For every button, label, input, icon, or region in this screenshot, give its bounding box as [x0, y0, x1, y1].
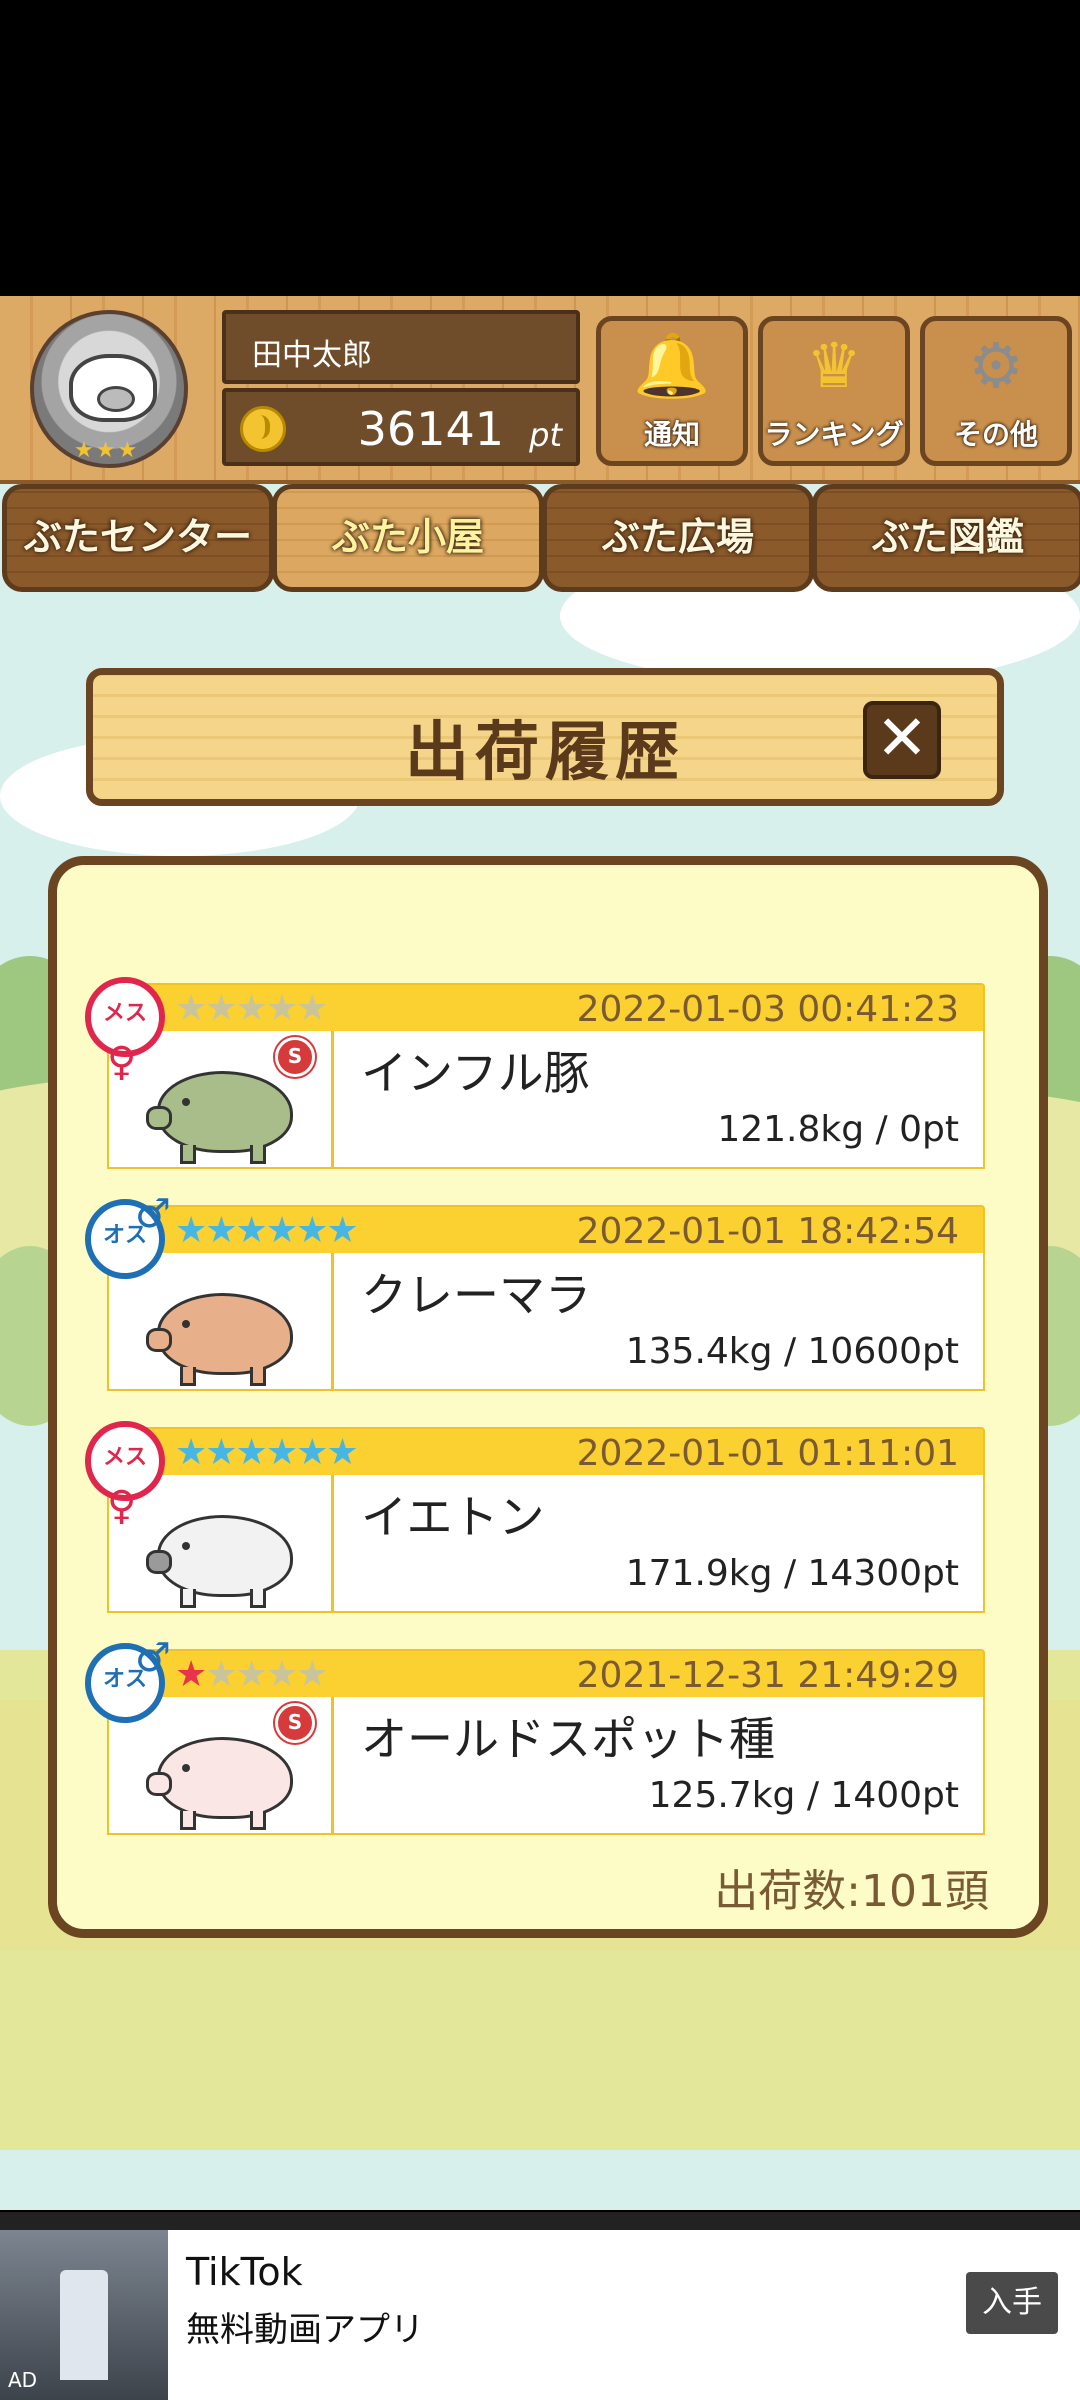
pig-name: イエトン	[361, 1490, 545, 1544]
ad-tag: AD	[8, 2368, 38, 2392]
entry-header-bar: ★★★★★ 2022-01-03 00:41:23	[107, 983, 985, 1035]
dialog-title: 出荷履歴	[405, 716, 685, 790]
pig-image	[146, 1737, 293, 1830]
pig-face-icon	[69, 354, 157, 422]
header-bar: ★★★ 田中太郎 36141 pt 🔔 通知 ♛ ランキング ⚙ その他	[0, 296, 1080, 484]
entry-body: S オールドスポット種 125.7kg / 1400pt	[107, 1697, 985, 1835]
close-button[interactable]: ✕	[863, 701, 941, 779]
pig-image	[146, 1071, 293, 1164]
tab-buta-hiroba[interactable]: ぶた広場	[542, 484, 814, 592]
ad-divider	[0, 2212, 1080, 2230]
entry-date: 2022-01-01 18:42:54	[576, 1211, 959, 1252]
medal-icon: S	[275, 1037, 315, 1077]
ad-banner[interactable]: AD TikTok 無料動画アプリ 入手	[0, 2230, 1080, 2400]
points-plate: 36141 pt	[222, 388, 580, 466]
list-item[interactable]: ★★★★★★ 2022-01-01 01:11:01 イエトン 171.9kg …	[85, 1421, 985, 1613]
gender-female-icon: メス ♀	[85, 1421, 165, 1529]
rarity-stars: ★★★★★★	[175, 1210, 359, 1251]
entry-body: クレーマラ 135.4kg / 10600pt	[107, 1253, 985, 1391]
bell-icon: 🔔	[633, 329, 711, 402]
entry-header-bar: ★★★★★ 2021-12-31 21:49:29	[107, 1649, 985, 1701]
entry-date: 2022-01-03 00:41:23	[576, 989, 959, 1030]
entry-header-bar: ★★★★★★ 2022-01-01 18:42:54	[107, 1205, 985, 1257]
points-value: 36141	[357, 402, 504, 456]
ad-install-button[interactable]: 入手	[966, 2272, 1058, 2334]
list-item[interactable]: ★★★★★ 2022-01-03 00:41:23 S インフル豚 121.8k…	[85, 977, 985, 1169]
shipment-count: 出荷数:101頭	[714, 1866, 989, 1917]
rarity-stars: ★★★★★	[175, 988, 328, 1029]
tower-image	[60, 2270, 108, 2380]
entry-date: 2021-12-31 21:49:29	[576, 1655, 959, 1696]
ranking-label: ランキング	[764, 418, 904, 451]
points-unit: pt	[529, 416, 562, 454]
weight-points: 125.7kg / 1400pt	[648, 1775, 959, 1816]
tab-buta-zukan[interactable]: ぶた図鑑	[812, 484, 1080, 592]
list-item[interactable]: ★★★★★★ 2022-01-01 18:42:54 クレーマラ 135.4kg…	[85, 1191, 985, 1391]
weight-points: 135.4kg / 10600pt	[625, 1331, 959, 1372]
avatar[interactable]: ★★★	[30, 310, 188, 468]
notification-label: 通知	[643, 418, 700, 451]
gender-male-icon: オス ♂	[85, 1191, 171, 1279]
pig-image	[146, 1293, 293, 1386]
user-name-plate: 田中太郎	[222, 310, 580, 384]
tab-buta-center[interactable]: ぶたセンター	[2, 484, 274, 592]
gear-icon: ⚙	[968, 329, 1024, 402]
ad-title[interactable]: TikTok	[186, 2250, 303, 2294]
settings-button[interactable]: ⚙ その他	[920, 316, 1072, 466]
avatar-rank-stars: ★★★	[74, 438, 140, 463]
rarity-stars: ★★★★★	[175, 1654, 328, 1695]
user-name: 田中太郎	[252, 338, 372, 373]
pig-name: インフル豚	[361, 1046, 590, 1100]
list-item[interactable]: ★★★★★ 2021-12-31 21:49:29 S オールドスポット種 12…	[85, 1635, 985, 1835]
ad-subtitle: 無料動画アプリ	[186, 2310, 424, 2350]
entry-body: S インフル豚 121.8kg / 0pt	[107, 1031, 985, 1169]
crown-icon: ♛	[806, 329, 862, 402]
rarity-stars: ★★★★★★	[175, 1432, 359, 1473]
entry-date: 2022-01-01 01:11:01	[576, 1433, 959, 1474]
medal-icon: S	[275, 1703, 315, 1743]
weight-points: 171.9kg / 14300pt	[625, 1553, 959, 1594]
ranking-button[interactable]: ♛ ランキング	[758, 316, 910, 466]
tab-buta-goya[interactable]: ぶた小屋	[272, 484, 544, 592]
shipment-history-panel: ★★★★★ 2022-01-03 00:41:23 S インフル豚 121.8k…	[48, 856, 1048, 1938]
pig-name: クレーマラ	[361, 1268, 591, 1322]
weight-points: 121.8kg / 0pt	[717, 1109, 959, 1150]
pig-image	[146, 1515, 293, 1608]
entry-body: イエトン 171.9kg / 14300pt	[107, 1475, 985, 1613]
notification-button[interactable]: 🔔 通知	[596, 316, 748, 466]
ad-thumbnail[interactable]: AD	[0, 2230, 168, 2400]
gender-female-icon: メス ♀	[85, 977, 165, 1085]
pig-name: オールドスポット種	[361, 1712, 775, 1766]
gender-male-icon: オス ♂	[85, 1635, 171, 1723]
dialog-title-bar: 出荷履歴 ✕	[86, 668, 1004, 806]
settings-label: その他	[953, 418, 1038, 451]
entry-header-bar: ★★★★★★ 2022-01-01 01:11:01	[107, 1427, 985, 1479]
coin-icon	[240, 406, 286, 452]
